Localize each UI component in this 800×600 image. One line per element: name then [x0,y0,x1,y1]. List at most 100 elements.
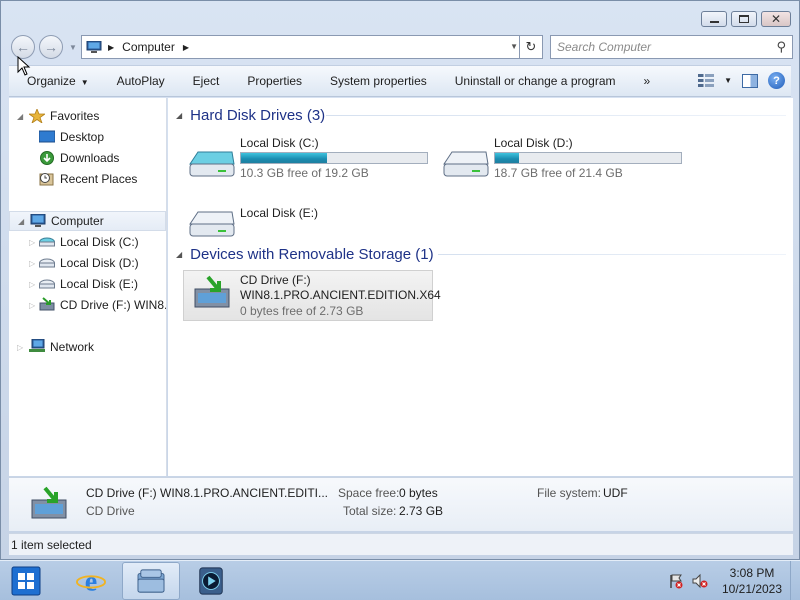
taskbar-file-explorer[interactable] [122,562,180,600]
cd-drive-tile-selected[interactable]: CD Drive (F:) WIN8.1.PRO.ANCIENT.EDITION… [183,270,441,321]
nav-network[interactable]: ▷ Network [9,337,166,357]
volume-muted-icon[interactable] [692,573,708,589]
clock-date: 10/21/2023 [721,582,783,596]
back-arrow-icon: ← [16,39,30,55]
navigation-pane: ◢ Favorites Desktop Downloads Recent Pla… [9,98,167,476]
drive-name: Local Disk (D:) [494,136,573,150]
file-explorer-icon [137,569,165,593]
group-divider [326,115,786,116]
nav-desktop-label: Desktop [60,130,105,144]
more-commands-button[interactable]: » [630,74,665,88]
status-text: 1 item selected [11,537,92,552]
minimize-button[interactable] [701,11,727,27]
forward-arrow-icon: → [44,39,58,55]
close-button[interactable]: ✕ [761,11,791,27]
nav-favorites[interactable]: ◢ Favorites [9,106,166,126]
drive-usage-fill [495,153,520,163]
nav-cd-drive-f[interactable]: ▷ CD Drive (F:) WIN8.1 [9,295,166,315]
maximize-button[interactable] [731,11,757,27]
expand-icon[interactable]: ▷ [29,238,35,247]
nav-local-disk-d-label: Local Disk (D:) [60,256,139,270]
windows-logo-icon [11,566,41,596]
uninstall-program-button[interactable]: Uninstall or change a program [441,74,630,88]
nav-downloads[interactable]: Downloads [9,148,166,168]
address-bar[interactable]: ▶ Computer ▶ ▼ [81,35,525,59]
drive-usage-bar [494,152,682,164]
group-title: Hard Disk Drives (3) [190,106,326,124]
group-removable-storage[interactable]: ◢ Devices with Removable Storage (1) [176,244,786,264]
group-hard-disk-drives[interactable]: ◢ Hard Disk Drives (3) [176,105,786,125]
autoplay-button[interactable]: AutoPlay [103,74,179,88]
hard-disk-icon [189,211,235,237]
taskbar-media-player[interactable] [182,562,240,600]
breadcrumb-arrow-icon[interactable]: ▶ [108,43,114,52]
nav-local-disk-d[interactable]: ▷ Local Disk (D:) [9,253,166,273]
favorites-star-icon [29,109,45,123]
address-dropdown-icon[interactable]: ▼ [510,42,518,51]
total-size-value: 2.73 GB [399,504,444,518]
expand-icon[interactable]: ▷ [17,343,23,352]
show-desktop-button[interactable] [790,561,800,600]
cd-drive-icon [31,486,67,519]
collapse-icon[interactable]: ◢ [17,112,23,121]
close-icon: ✕ [770,12,782,26]
breadcrumb-arrow-icon[interactable]: ▶ [183,43,189,52]
collapse-group-icon[interactable]: ◢ [176,111,182,120]
drive-tile-e[interactable]: Local Disk (E:) [186,206,426,248]
cd-free-space: 0 bytes free of 2.73 GB [240,304,364,318]
drive-name: Local Disk (E:) [240,206,319,220]
title-bar[interactable]: ✕ [1,1,799,31]
hard-disk-icon [39,258,55,268]
drive-tile-d[interactable]: Local Disk (D:) 18.7 GB free of 21.4 GB [440,136,690,186]
details-type: CD Drive [86,504,135,518]
expand-icon[interactable]: ▷ [29,301,35,310]
action-center-flag-icon[interactable] [668,573,684,589]
nav-local-disk-e[interactable]: ▷ Local Disk (E:) [9,274,166,294]
taskbar: e 3:08 PM 10/21/2023 [0,560,800,600]
space-free-value: 0 bytes [399,486,438,500]
view-options-chevron-icon[interactable]: ▼ [724,76,732,85]
expand-icon[interactable]: ▷ [29,280,35,289]
drive-usage-bar [240,152,428,164]
taskbar-internet-explorer[interactable]: e [62,562,120,600]
drive-tile-c[interactable]: Local Disk (C:) 10.3 GB free of 19.2 GB [186,136,428,186]
collapse-icon[interactable]: ◢ [18,217,24,226]
taskbar-clock[interactable]: 3:08 PM 10/21/2023 [714,565,790,597]
clock-time: 3:08 PM [729,566,775,580]
address-row: ← → ▼ ▶ Computer ▶ ▼ ↻ ⚲ [9,35,793,59]
refresh-button[interactable]: ↻ [519,35,543,59]
hard-disk-icon [189,151,235,177]
computer-icon [86,41,102,53]
properties-button[interactable]: Properties [233,74,316,88]
search-input[interactable] [557,40,757,54]
nav-local-disk-c[interactable]: ▷ Local Disk (C:) [9,232,166,252]
organize-button[interactable]: Organize ▼ [9,74,103,88]
chevron-down-icon: ▼ [80,78,89,87]
drive-free-space: 18.7 GB free of 21.4 GB [494,166,623,180]
nav-recent-places[interactable]: Recent Places [9,169,166,189]
recent-places-icon [39,173,54,186]
forward-button[interactable]: → [39,35,63,59]
status-bar: 1 item selected [9,533,793,555]
organize-label: Organize [27,74,76,88]
system-properties-button[interactable]: System properties [316,74,441,88]
details-title: CD Drive (F:) WIN8.1.PRO.ANCIENT.EDITI..… [86,486,329,500]
explorer-window: ✕ ← → ▼ ▶ Computer ▶ ▼ ↻ ⚲ Organize ▼ Aut… [0,0,800,560]
search-icon[interactable]: ⚲ [776,39,786,55]
nav-computer[interactable]: ◢ Computer [9,211,166,231]
minimize-icon [709,20,719,23]
nav-desktop[interactable]: Desktop [9,127,166,147]
start-button[interactable] [8,563,44,599]
eject-button[interactable]: Eject [179,74,234,88]
space-free-label: Space free: [338,486,400,500]
change-view-icon[interactable] [698,73,715,88]
drive-free-space: 10.3 GB free of 19.2 GB [240,166,369,180]
breadcrumb-computer[interactable]: Computer [122,40,175,54]
help-icon[interactable]: ? [768,72,785,89]
preview-pane-icon[interactable] [742,73,758,88]
collapse-group-icon[interactable]: ◢ [176,250,182,259]
expand-icon[interactable]: ▷ [29,259,35,268]
search-box[interactable]: ⚲ [550,35,793,59]
recent-pages-dropdown-icon[interactable]: ▼ [69,43,77,52]
svg-text:e: e [85,566,97,596]
